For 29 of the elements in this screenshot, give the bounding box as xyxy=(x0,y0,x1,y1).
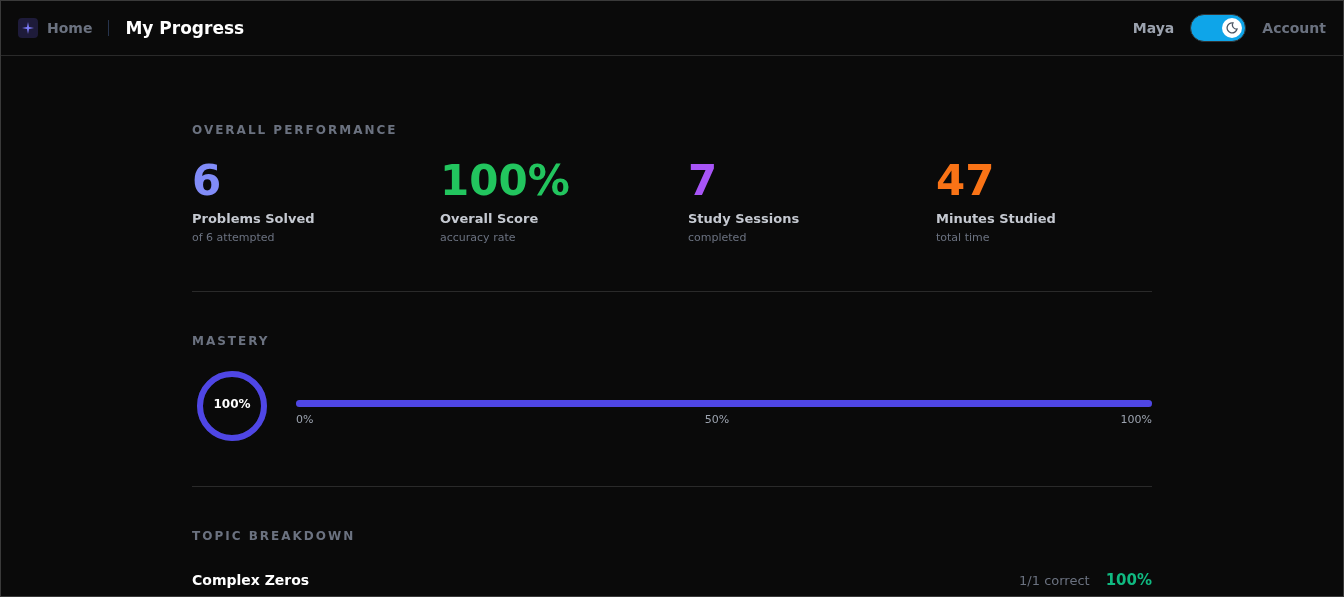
section-heading: OVERALL PERFORMANCE xyxy=(192,123,399,137)
stat-caption: total time xyxy=(936,231,990,244)
topic-count: 1/1 correct xyxy=(1019,572,1090,588)
stat-label: Overall Score xyxy=(440,211,539,226)
scale-label: 0% xyxy=(296,413,314,426)
topic-score: 100% xyxy=(1105,571,1152,589)
page-title: My Progress xyxy=(125,18,245,38)
moon-icon xyxy=(1226,22,1239,34)
section-heading: TOPIC BREAKDOWN xyxy=(192,529,357,543)
logo-icon xyxy=(18,18,38,38)
home-link[interactable]: Home xyxy=(47,20,93,36)
stat-label: Study Sessions xyxy=(688,211,800,226)
section-heading: MASTERY xyxy=(192,334,271,348)
topic-name: Complex Zeros xyxy=(192,572,310,588)
stat-value: 6 xyxy=(192,157,222,205)
theme-toggle[interactable] xyxy=(1190,14,1247,42)
account-link[interactable]: Account xyxy=(1262,20,1326,36)
mastery-percent: 100% xyxy=(212,397,252,411)
stat-value: 100% xyxy=(440,157,570,205)
stat-value: 7 xyxy=(688,157,718,205)
stat-caption: of 6 attempted xyxy=(192,231,275,244)
stat-caption: completed xyxy=(688,231,747,244)
user-name: Maya xyxy=(1132,20,1175,36)
scale-label: 100% xyxy=(1120,413,1152,426)
stat-value: 47 xyxy=(936,157,995,205)
stat-label: Minutes Studied xyxy=(936,211,1056,226)
stat-label: Problems Solved xyxy=(192,211,315,226)
stat-caption: accuracy rate xyxy=(440,231,516,244)
scale-label: 50% xyxy=(704,413,730,426)
